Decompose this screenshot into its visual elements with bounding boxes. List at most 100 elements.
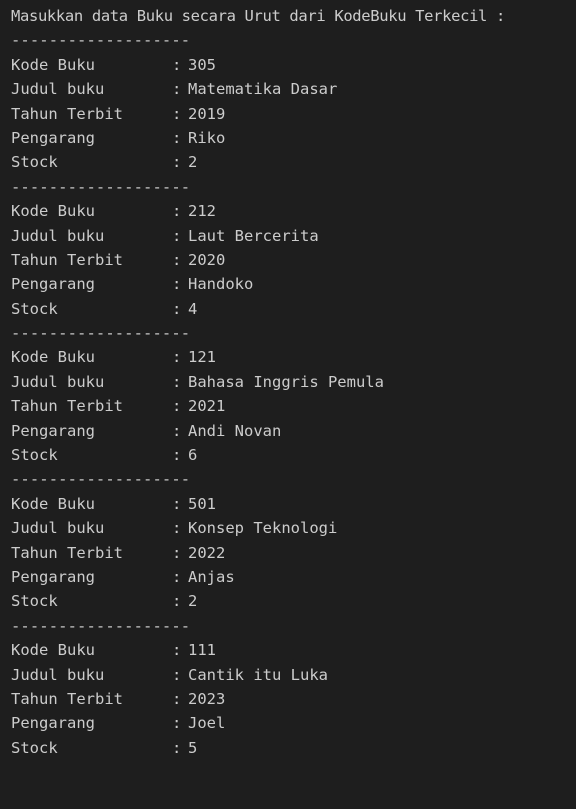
field-value: 2022 <box>188 543 226 562</box>
record-row-kode: Kode Buku:212 <box>11 199 576 223</box>
field-label: Kode Buku <box>11 494 95 513</box>
colon: : <box>172 714 182 733</box>
record-row-pengarang: Pengarang: Andi Novan <box>11 419 576 443</box>
colon: : <box>172 421 182 440</box>
record-row-stock: Stock:2 <box>11 589 576 613</box>
field-label: Tahun Terbit <box>11 689 123 708</box>
terminal-output: Masukkan data Buku secara Urut dari Kode… <box>11 4 576 760</box>
record-row-tahun: Tahun Terbit:2020 <box>11 248 576 272</box>
field-value: Laut Bercerita <box>188 226 319 245</box>
colon: : <box>172 348 182 367</box>
field-label: Stock <box>11 738 58 757</box>
colon: : <box>172 226 182 245</box>
field-value: Cantik itu Luka <box>188 665 328 684</box>
field-label: Kode Buku <box>11 641 95 660</box>
field-label: Pengarang <box>11 567 95 586</box>
field-value: 121 <box>188 348 216 367</box>
field-label: Judul buku <box>11 519 105 538</box>
field-value: Andi Novan <box>188 421 282 440</box>
field-label: Kode Buku <box>11 348 95 367</box>
record-row-tahun: Tahun Terbit:2021 <box>11 394 576 418</box>
record-row-tahun: Tahun Terbit:2019 <box>11 102 576 126</box>
field-value: 501 <box>188 494 216 513</box>
record-row-stock: Stock:6 <box>11 443 576 467</box>
colon: : <box>172 55 182 74</box>
colon: : <box>172 397 182 416</box>
field-label: Tahun Terbit <box>11 397 123 416</box>
record-row-kode: Kode Buku:501 <box>11 492 576 516</box>
colon: : <box>172 153 182 172</box>
field-label: Judul buku <box>11 226 105 245</box>
colon: : <box>172 446 182 465</box>
field-label: Judul buku <box>11 80 105 99</box>
colon: : <box>172 202 182 221</box>
field-value: 2020 <box>188 250 226 269</box>
field-label: Pengarang <box>11 421 95 440</box>
field-value: Handoko <box>188 275 254 294</box>
colon: : <box>172 80 182 99</box>
separator-line: ------------------- <box>11 470 191 489</box>
field-label: Tahun Terbit <box>11 250 123 269</box>
field-value: 212 <box>188 202 216 221</box>
field-value: Matematika Dasar <box>188 80 338 99</box>
field-value: Joel <box>188 714 226 733</box>
colon: : <box>172 104 182 123</box>
field-value: 2021 <box>188 397 226 416</box>
field-value: Anjas <box>188 567 235 586</box>
field-label: Pengarang <box>11 128 95 147</box>
record-row-stock: Stock:4 <box>11 297 576 321</box>
colon: : <box>172 592 182 611</box>
colon: : <box>172 250 182 269</box>
record-row-pengarang: Pengarang: Handoko <box>11 272 576 296</box>
field-value: 2 <box>188 592 198 611</box>
field-value: 6 <box>188 446 198 465</box>
record-row-judul: Judul buku: Cantik itu Luka <box>11 663 576 687</box>
field-value: 2 <box>188 153 198 172</box>
record-row-kode: Kode Buku:111 <box>11 638 576 662</box>
record-row-judul: Judul buku: Bahasa Inggris Pemula <box>11 370 576 394</box>
record-row-kode: Kode Buku:121 <box>11 345 576 369</box>
record-row-tahun: Tahun Terbit:2022 <box>11 541 576 565</box>
field-value: Riko <box>188 128 226 147</box>
record-row-stock: Stock:5 <box>11 736 576 760</box>
record-row-pengarang: Pengarang: Anjas <box>11 565 576 589</box>
colon: : <box>172 372 182 391</box>
record-row-tahun: Tahun Terbit:2023 <box>11 687 576 711</box>
field-label: Stock <box>11 592 58 611</box>
separator-line: ------------------- <box>11 324 191 343</box>
field-label: Pengarang <box>11 275 95 294</box>
record-row-judul: Judul buku: Matematika Dasar <box>11 77 576 101</box>
field-value: Konsep Teknologi <box>188 519 338 538</box>
record-row-stock: Stock:2 <box>11 150 576 174</box>
field-label: Stock <box>11 299 58 318</box>
colon: : <box>172 299 182 318</box>
colon: : <box>172 738 182 757</box>
separator-line: ------------------- <box>11 616 191 635</box>
field-value: 2023 <box>188 689 226 708</box>
colon: : <box>172 689 182 708</box>
colon: : <box>172 543 182 562</box>
field-value: 305 <box>188 55 216 74</box>
colon: : <box>172 519 182 538</box>
field-label: Tahun Terbit <box>11 104 123 123</box>
field-label: Pengarang <box>11 714 95 733</box>
separator-line: ------------------- <box>11 31 191 50</box>
field-value: 5 <box>188 738 198 757</box>
field-label: Stock <box>11 446 58 465</box>
colon: : <box>172 275 182 294</box>
field-value: Bahasa Inggris Pemula <box>188 372 384 391</box>
record-row-judul: Judul buku: Laut Bercerita <box>11 224 576 248</box>
record-row-pengarang: Pengarang: Riko <box>11 126 576 150</box>
record-row-pengarang: Pengarang: Joel <box>11 711 576 735</box>
field-label: Tahun Terbit <box>11 543 123 562</box>
output-header: Masukkan data Buku secara Urut dari Kode… <box>11 7 505 25</box>
colon: : <box>172 494 182 513</box>
colon: : <box>172 567 182 586</box>
field-value: 2019 <box>188 104 226 123</box>
field-label: Judul buku <box>11 665 105 684</box>
field-label: Judul buku <box>11 372 105 391</box>
field-label: Kode Buku <box>11 55 95 74</box>
field-label: Kode Buku <box>11 202 95 221</box>
colon: : <box>172 641 182 660</box>
record-row-kode: Kode Buku:305 <box>11 53 576 77</box>
